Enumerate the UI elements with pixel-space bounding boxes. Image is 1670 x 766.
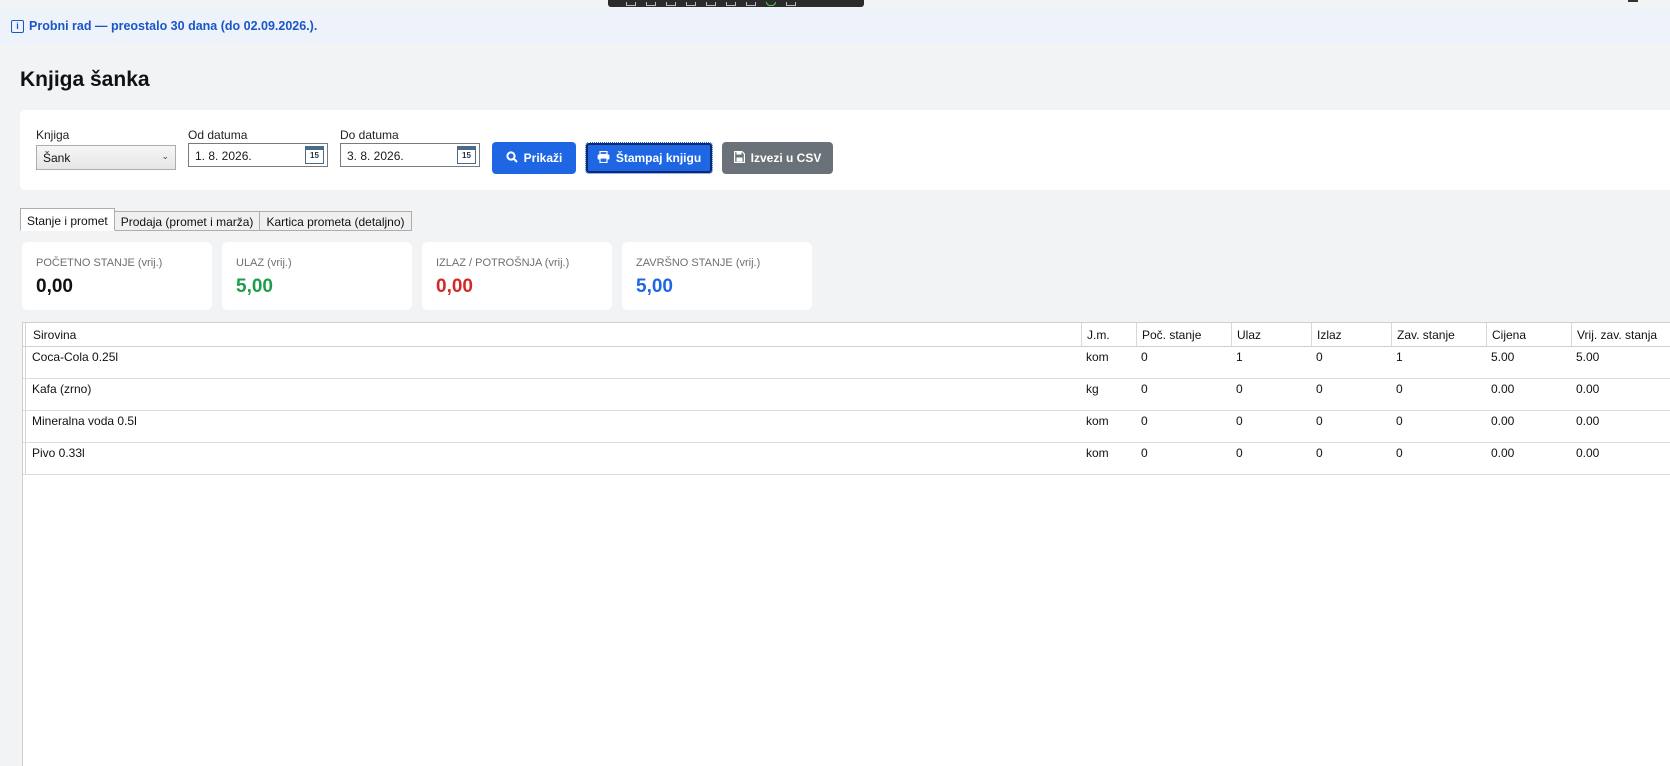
to-date-value: 3. 8. 2026. <box>347 149 404 163</box>
cell-zav-stanje: 0 <box>1396 414 1403 428</box>
show-button[interactable]: Prikaži <box>492 142 576 174</box>
stat-label: IZLAZ / POTROŠNJA (vrij.) <box>436 257 570 269</box>
printer-icon <box>597 150 610 165</box>
cell-ulaz: 1 <box>1236 350 1243 364</box>
cell-vrij-zav-stanja: 0.00 <box>1576 446 1600 460</box>
tab-bar: Stanje i promet Prodaja (promet i marža)… <box>20 208 412 231</box>
grid-header: Sirovina J.m. Poč. stanje Ulaz Izlaz Zav… <box>23 323 1670 347</box>
cell-zav-stanje: 1 <box>1396 350 1403 364</box>
cell-poc-stanje: 0 <box>1141 414 1148 428</box>
cell-jm: kg <box>1086 382 1099 396</box>
calendar-icon[interactable]: 15 <box>305 146 324 164</box>
book-select[interactable]: Šank ⌄ <box>36 145 176 170</box>
calendar-icon[interactable]: 15 <box>457 146 476 164</box>
cell-sirovina: Mineralna voda 0.5l <box>32 414 137 428</box>
cell-ulaz: 0 <box>1236 414 1243 428</box>
cell-izlaz: 0 <box>1316 382 1323 396</box>
stat-value: 0,00 <box>36 276 73 297</box>
stat-label: ZAVRŠNO STANJE (vrij.) <box>636 257 761 269</box>
stat-value: 5,00 <box>236 276 273 297</box>
window-control-mark <box>1628 0 1638 2</box>
stat-label: ULAZ (vrij.) <box>236 257 292 269</box>
info-icon: i <box>11 19 24 33</box>
export-csv-button-label: Izvezi u CSV <box>750 151 822 165</box>
stat-card-closing-balance: ZAVRŠNO STANJE (vrij.) 5,00 <box>622 242 812 310</box>
tab-stanje-i-promet[interactable]: Stanje i promet <box>20 208 115 231</box>
cell-jm: kom <box>1086 446 1109 460</box>
cell-zav-stanje: 0 <box>1396 382 1403 396</box>
row-marker <box>23 411 26 442</box>
cell-sirovina: Kafa (zrno) <box>32 382 92 396</box>
row-marker <box>23 347 26 378</box>
trial-banner-text: Probni rad — preostalo 30 dana (do 02.09… <box>29 19 318 33</box>
page-title: Knjiga šanka <box>20 68 150 91</box>
print-book-button[interactable]: Štampaj knjigu <box>585 142 713 174</box>
cell-ulaz: 0 <box>1236 446 1243 460</box>
tab-prodaja[interactable]: Prodaja (promet i marža) <box>113 211 261 231</box>
save-icon <box>733 151 745 165</box>
column-header-jm[interactable]: J.m. <box>1082 323 1137 346</box>
cell-zav-stanje: 0 <box>1396 446 1403 460</box>
table-row[interactable]: Kafa (zrno) kg 0 0 0 0 0.00 0.00 <box>23 379 1670 411</box>
column-header-poc-stanje[interactable]: Poč. stanje <box>1137 323 1232 346</box>
cell-vrij-zav-stanja: 5.00 <box>1576 350 1600 364</box>
row-marker <box>23 443 26 474</box>
from-date-label: Od datuma <box>188 128 248 142</box>
cell-poc-stanje: 0 <box>1141 446 1148 460</box>
filter-panel: Knjiga Šank ⌄ Od datuma 1. 8. 2026. 15 D… <box>20 110 1670 190</box>
inventory-grid[interactable]: Sirovina J.m. Poč. stanje Ulaz Izlaz Zav… <box>22 322 1670 766</box>
from-date-value: 1. 8. 2026. <box>195 149 252 163</box>
cell-jm: kom <box>1086 350 1109 364</box>
table-row[interactable]: Coca-Cola 0.25l kom 0 1 0 1 5.00 5.00 <box>23 347 1670 379</box>
screen-capture-toolbar <box>608 0 864 7</box>
stat-value: 0,00 <box>436 276 473 297</box>
stat-card-opening-balance: POČETNO STANJE (vrij.) 0,00 <box>22 242 212 310</box>
cell-cijena: 0.00 <box>1491 414 1515 428</box>
cell-poc-stanje: 0 <box>1141 350 1148 364</box>
column-header-izlaz[interactable]: Izlaz <box>1312 323 1392 346</box>
cell-cijena: 0.00 <box>1491 382 1515 396</box>
cell-vrij-zav-stanja: 0.00 <box>1576 382 1600 396</box>
chevron-down-icon: ⌄ <box>161 151 169 161</box>
cell-sirovina: Coca-Cola 0.25l <box>32 350 119 364</box>
column-header-zav-stanje[interactable]: Zav. stanje <box>1392 323 1487 346</box>
search-icon <box>506 151 518 165</box>
to-date-picker[interactable]: 3. 8. 2026. 15 <box>340 143 480 167</box>
print-book-button-label: Štampaj knjigu <box>615 151 702 165</box>
cell-cijena: 0.00 <box>1491 446 1515 460</box>
stat-card-outflow: IZLAZ / POTROŠNJA (vrij.) 0,00 <box>422 242 612 310</box>
cell-jm: kom <box>1086 414 1109 428</box>
export-csv-button[interactable]: Izvezi u CSV <box>722 142 833 174</box>
cell-izlaz: 0 <box>1316 414 1323 428</box>
column-header-vrij-zav-stanja[interactable]: Vrij. zav. stanja <box>1572 323 1670 346</box>
trial-banner: i Probni rad — preostalo 30 dana (do 02.… <box>0 8 1670 44</box>
cell-ulaz: 0 <box>1236 382 1243 396</box>
to-date-label: Do datuma <box>340 128 399 142</box>
book-label: Knjiga <box>36 128 70 142</box>
from-date-picker[interactable]: 1. 8. 2026. 15 <box>188 143 328 167</box>
stat-card-inflow: ULAZ (vrij.) 5,00 <box>222 242 412 310</box>
stat-label: POČETNO STANJE (vrij.) <box>36 257 163 269</box>
tab-kartica-prometa[interactable]: Kartica prometa (detaljno) <box>259 211 412 231</box>
show-button-label: Prikaži <box>523 151 563 165</box>
stat-value: 5,00 <box>636 276 673 297</box>
cell-sirovina: Pivo 0.33l <box>32 446 85 460</box>
table-row[interactable]: Pivo 0.33l kom 0 0 0 0 0.00 0.00 <box>23 443 1670 475</box>
cell-vrij-zav-stanja: 0.00 <box>1576 414 1600 428</box>
column-header-cijena[interactable]: Cijena <box>1487 323 1572 346</box>
cell-izlaz: 0 <box>1316 350 1323 364</box>
cell-izlaz: 0 <box>1316 446 1323 460</box>
column-header-ulaz[interactable]: Ulaz <box>1232 323 1312 346</box>
cell-poc-stanje: 0 <box>1141 382 1148 396</box>
book-select-value: Šank <box>43 151 71 165</box>
row-marker <box>23 379 26 410</box>
table-row[interactable]: Mineralna voda 0.5l kom 0 0 0 0 0.00 0.0… <box>23 411 1670 443</box>
row-header-marker <box>23 323 26 346</box>
cell-cijena: 5.00 <box>1491 350 1515 364</box>
column-header-sirovina[interactable]: Sirovina <box>28 323 1082 346</box>
